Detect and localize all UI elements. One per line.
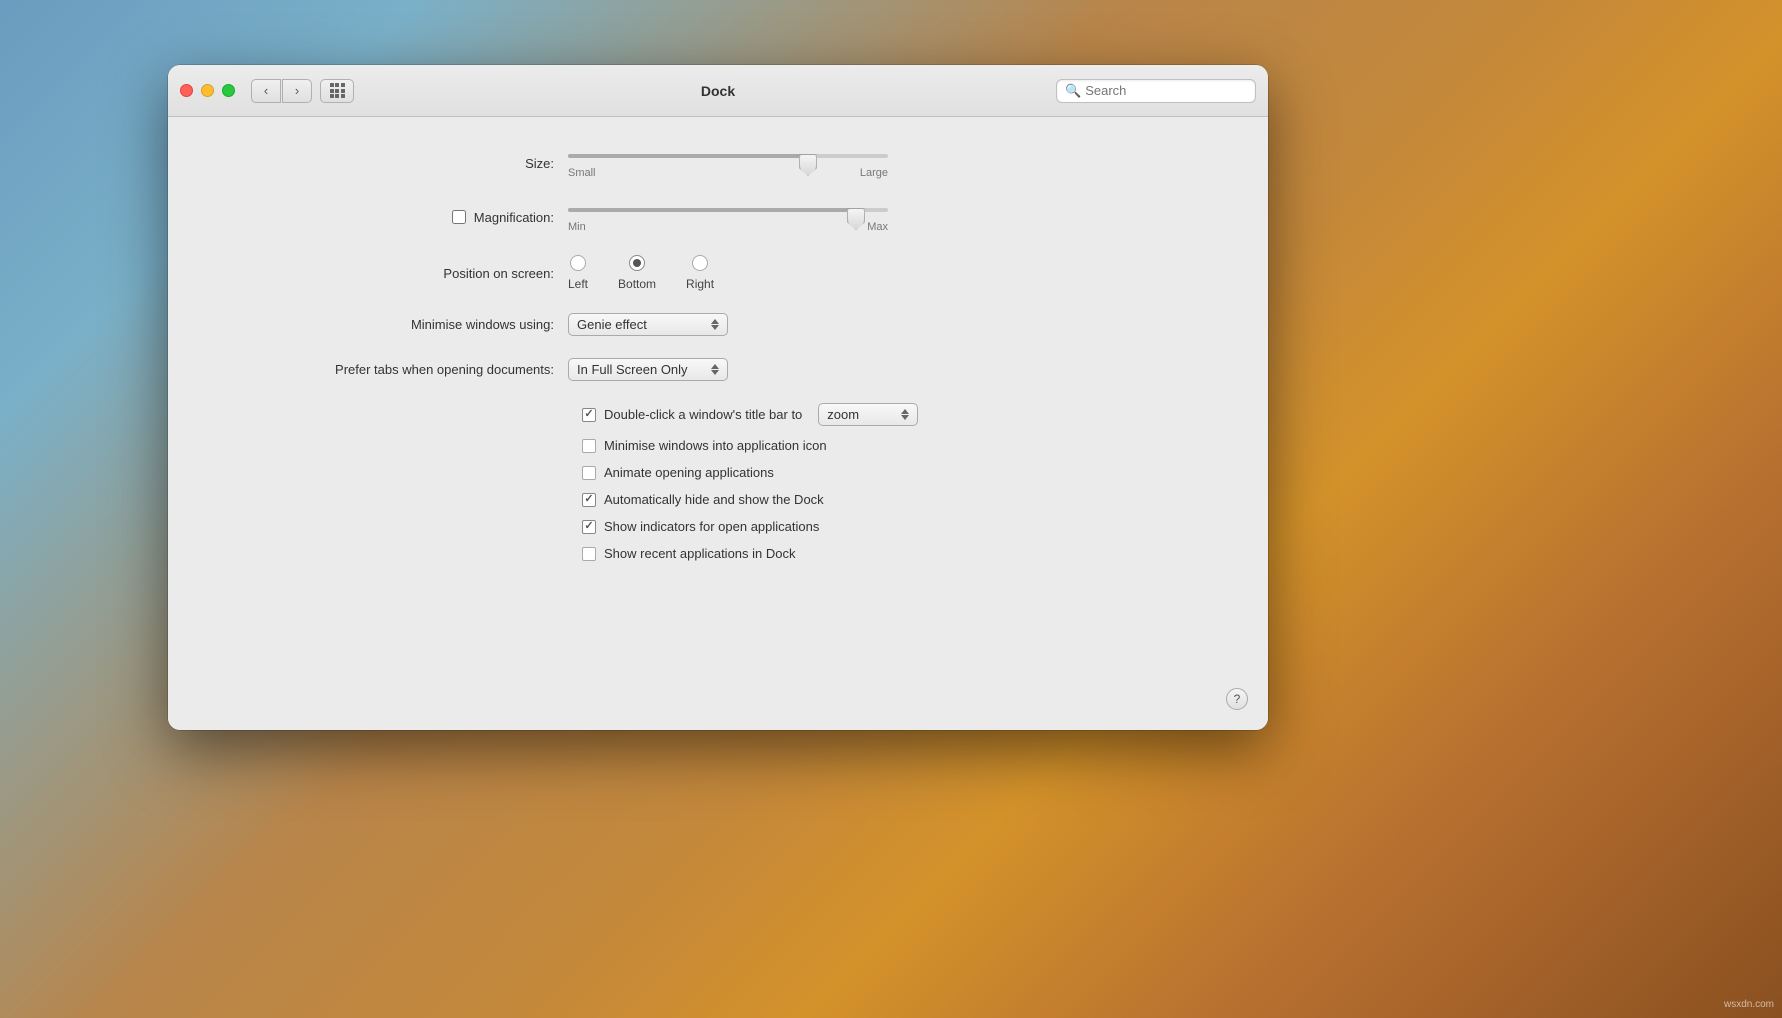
size-slider-bg	[568, 154, 888, 158]
tabs-dropdown[interactable]: In Full Screen Only	[568, 358, 728, 381]
traffic-lights	[180, 84, 235, 97]
window-title: Dock	[701, 83, 735, 99]
auto-hide-label: Automatically hide and show the Dock	[604, 492, 824, 507]
minimise-row: Minimise windows using: Genie effect	[228, 313, 1208, 336]
mag-slider-bg	[568, 208, 888, 212]
minimise-icon-label: Minimise windows into application icon	[604, 438, 827, 453]
position-bottom-radio[interactable]	[629, 255, 645, 271]
magnification-label-wrap: Magnification:	[228, 210, 568, 225]
arrow-up-icon	[711, 319, 719, 324]
mag-slider-fill	[568, 208, 856, 212]
double-click-checkbox[interactable]: ✓	[582, 408, 596, 422]
nav-buttons: ‹ ›	[251, 79, 312, 103]
checkboxes-section: ✓ Double-click a window's title bar to z…	[582, 403, 1208, 561]
animate-row: Animate opening applications	[582, 465, 1208, 480]
minimise-icon-checkbox[interactable]	[582, 439, 596, 453]
size-slider-labels: Small Large	[568, 167, 888, 179]
minimise-dropdown-value: Genie effect	[577, 317, 647, 332]
minimise-dropdown-arrow	[711, 319, 719, 330]
mag-min-label: Min	[568, 221, 586, 233]
animate-label: Animate opening applications	[604, 465, 774, 480]
double-click-row: ✓ Double-click a window's title bar to z…	[582, 403, 1208, 426]
double-click-action-dropdown[interactable]: zoom	[818, 403, 918, 426]
auto-hide-row: ✓ Automatically hide and show the Dock	[582, 492, 1208, 507]
animate-checkbox[interactable]	[582, 466, 596, 480]
minimise-label: Minimise windows using:	[228, 317, 568, 332]
position-left-label: Left	[568, 277, 588, 291]
show-indicators-label: Show indicators for open applications	[604, 519, 819, 534]
position-right-radio[interactable]	[692, 255, 708, 271]
maximize-button[interactable]	[222, 84, 235, 97]
grid-view-button[interactable]	[320, 79, 354, 103]
tabs-label: Prefer tabs when opening documents:	[228, 362, 568, 377]
show-indicators-checkmark-icon: ✓	[584, 521, 593, 532]
position-left-option[interactable]: Left	[568, 255, 588, 291]
size-row: Size: Small Large	[228, 147, 1208, 179]
minimise-dropdown[interactable]: Genie effect	[568, 313, 728, 336]
back-button[interactable]: ‹	[251, 79, 281, 103]
arrow-down-icon	[711, 325, 719, 330]
close-button[interactable]	[180, 84, 193, 97]
preferences-content: Size: Small Large Magnification:	[168, 117, 1268, 730]
watermark: wsxdn.com	[1724, 999, 1774, 1010]
search-icon: 🔍	[1065, 83, 1081, 99]
checkmark-icon: ✓	[584, 409, 593, 420]
preferences-window: ‹ › Dock 🔍 Size:	[168, 65, 1268, 730]
auto-hide-checkmark-icon: ✓	[584, 494, 593, 505]
minimise-icon-row: Minimise windows into application icon	[582, 438, 1208, 453]
magnification-checkbox[interactable]	[452, 210, 466, 224]
size-large-label: Large	[860, 167, 888, 179]
search-input[interactable]	[1085, 83, 1247, 98]
position-row: Position on screen: Left Bottom Right	[228, 255, 1208, 291]
show-indicators-checkbox[interactable]: ✓	[582, 520, 596, 534]
position-right-label: Right	[686, 277, 714, 291]
zoom-dropdown-arrow	[901, 409, 909, 420]
minimize-button[interactable]	[201, 84, 214, 97]
tabs-arrow-down-icon	[711, 370, 719, 375]
auto-hide-checkbox[interactable]: ✓	[582, 493, 596, 507]
size-slider-track[interactable]	[568, 147, 888, 165]
zoom-arrow-up-icon	[901, 409, 909, 414]
size-label: Size:	[228, 156, 568, 171]
magnification-label: Magnification:	[474, 210, 554, 225]
position-bottom-option[interactable]: Bottom	[618, 255, 656, 291]
show-indicators-row: ✓ Show indicators for open applications	[582, 519, 1208, 534]
double-click-action-value: zoom	[827, 407, 859, 422]
mag-slider-track[interactable]	[568, 201, 888, 219]
zoom-arrow-down-icon	[901, 415, 909, 420]
size-slider-container: Small Large	[568, 147, 888, 179]
position-label: Position on screen:	[228, 266, 568, 281]
position-bottom-label: Bottom	[618, 277, 656, 291]
double-click-label: Double-click a window's title bar to	[604, 407, 802, 422]
tabs-row: Prefer tabs when opening documents: In F…	[228, 358, 1208, 381]
show-recent-label: Show recent applications in Dock	[604, 546, 796, 561]
mag-max-label: Max	[867, 221, 888, 233]
show-recent-row: Show recent applications in Dock	[582, 546, 1208, 561]
mag-slider-container: Min Max	[568, 201, 888, 233]
mag-slider-labels: Min Max	[568, 221, 888, 233]
search-box[interactable]: 🔍	[1056, 79, 1256, 103]
position-right-option[interactable]: Right	[686, 255, 714, 291]
show-recent-checkbox[interactable]	[582, 547, 596, 561]
forward-button[interactable]: ›	[282, 79, 312, 103]
tabs-dropdown-value: In Full Screen Only	[577, 362, 688, 377]
size-slider-fill	[568, 154, 808, 158]
magnification-row: Magnification: Min Max	[228, 201, 1208, 233]
size-small-label: Small	[568, 167, 596, 179]
help-button[interactable]: ?	[1226, 688, 1248, 710]
titlebar: ‹ › Dock 🔍	[168, 65, 1268, 117]
tabs-dropdown-arrow	[711, 364, 719, 375]
position-left-radio[interactable]	[570, 255, 586, 271]
grid-icon	[330, 83, 345, 98]
tabs-arrow-up-icon	[711, 364, 719, 369]
position-radio-group: Left Bottom Right	[568, 255, 714, 291]
